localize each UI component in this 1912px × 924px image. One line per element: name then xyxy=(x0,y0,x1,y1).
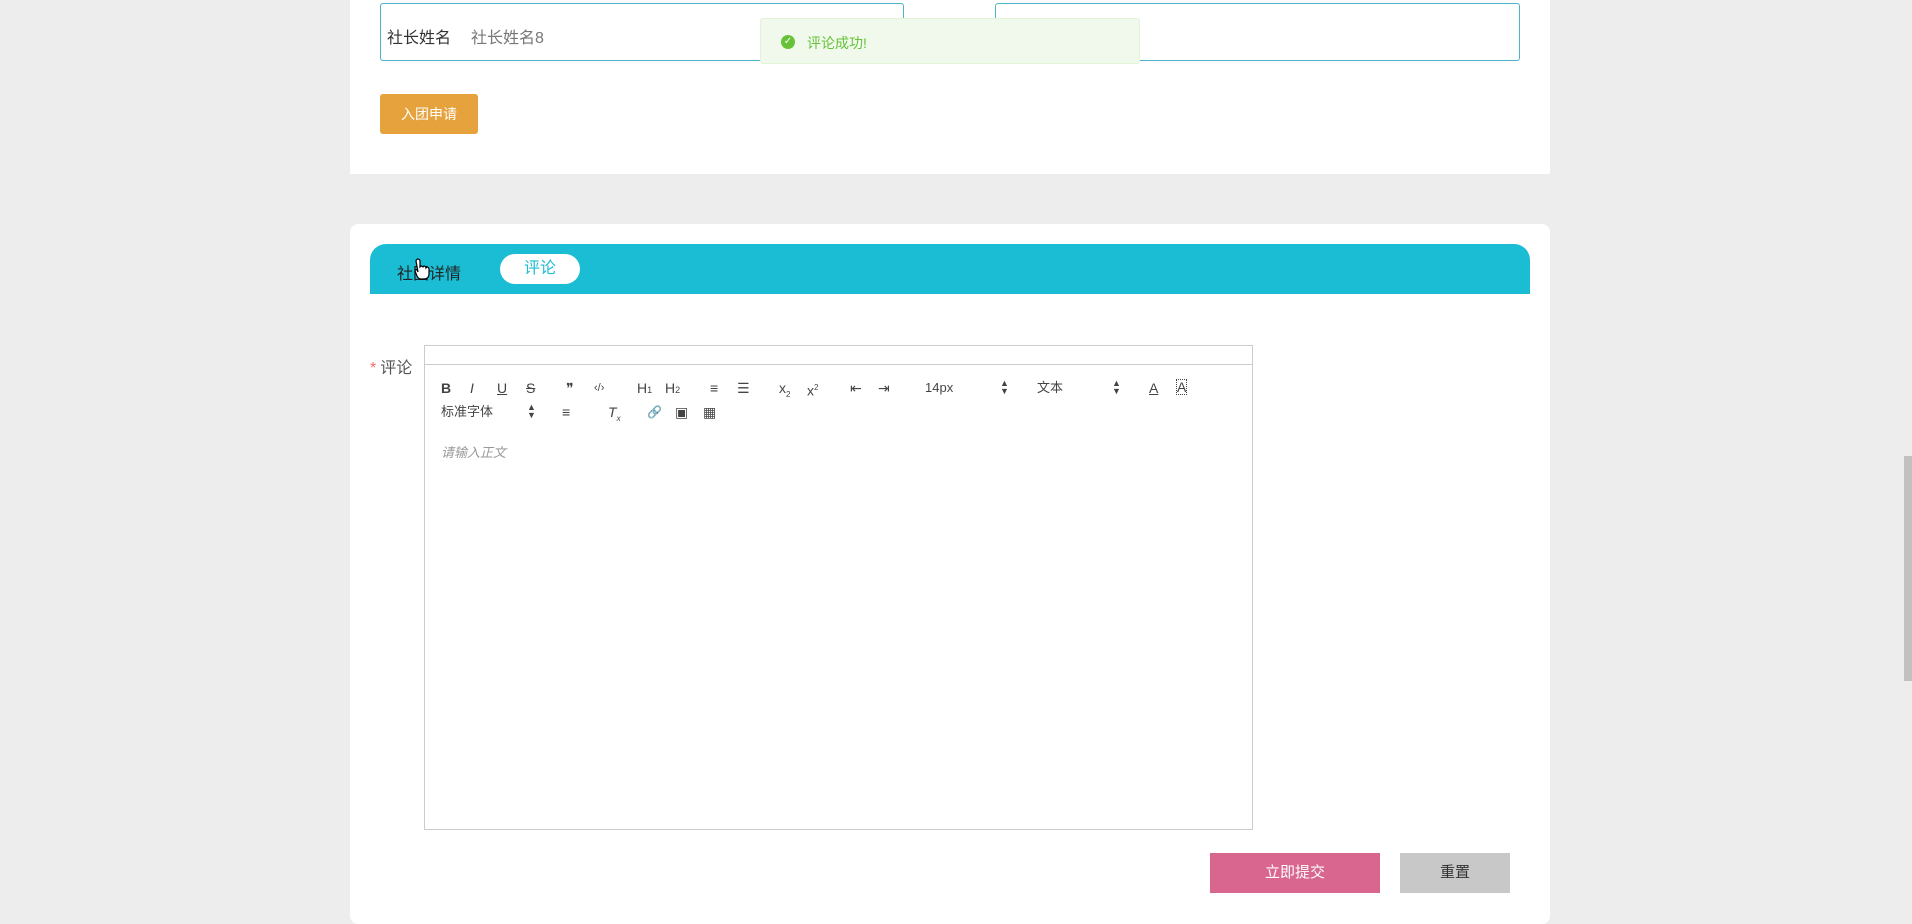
president-name-label: 社长姓名 xyxy=(387,30,452,47)
header-type-select[interactable]: 文本 xyxy=(1037,379,1063,397)
comment-label: * 评论 xyxy=(370,354,412,378)
indent-button[interactable]: ⇥ xyxy=(878,379,890,397)
subscript-button[interactable]: x2 xyxy=(779,379,791,399)
header-type-caret-icon: ▲ ▼ xyxy=(1112,378,1121,396)
tab-comments[interactable]: 评论 xyxy=(500,254,580,284)
font-size-select[interactable]: 14px xyxy=(925,379,953,397)
superscript-mark: 2 xyxy=(814,383,819,392)
president-name-value: 社长姓名8 xyxy=(471,30,544,47)
reset-button[interactable]: 重置 xyxy=(1400,853,1510,893)
check-circle-icon: ✓ xyxy=(781,35,795,49)
bullet-list-button[interactable]: ☰ xyxy=(737,379,750,397)
editor-top-strip xyxy=(424,345,1253,365)
strikethrough-button[interactable]: S xyxy=(526,379,535,397)
subscript-glyph: x xyxy=(779,380,786,396)
clean-format-button[interactable]: Tx xyxy=(608,403,621,423)
clean-format-glyph: T xyxy=(608,404,617,420)
subscript-mark: 2 xyxy=(786,389,791,399)
required-mark: * xyxy=(370,360,377,377)
editor-content-area[interactable]: 请输入正文 xyxy=(424,429,1253,830)
underline-button[interactable]: U xyxy=(497,379,507,397)
clean-format-mark: x xyxy=(616,413,621,423)
header1-glyph: H xyxy=(637,380,648,396)
header1-level: 1 xyxy=(647,385,653,395)
header1-button[interactable]: H1 xyxy=(637,379,652,397)
success-toast: ✓ 评论成功! xyxy=(760,18,1140,64)
page-scrollbar[interactable] xyxy=(1904,456,1912,681)
hand-cursor-icon xyxy=(414,258,430,280)
font-color-button[interactable]: A xyxy=(1149,379,1158,397)
font-size-caret-icon: ▲ ▼ xyxy=(1000,378,1009,396)
video-button[interactable]: ▦ xyxy=(703,403,716,421)
italic-button[interactable]: I xyxy=(470,379,474,397)
submit-button[interactable]: 立即提交 xyxy=(1210,853,1380,893)
image-button[interactable]: ▣ xyxy=(675,403,688,421)
font-family-select[interactable]: 标准字体 xyxy=(441,403,493,421)
outdent-button[interactable]: ⇤ xyxy=(850,379,862,397)
code-block-button[interactable]: ‹/› xyxy=(594,379,604,397)
header2-button[interactable]: H2 xyxy=(665,379,680,397)
editor-toolbar: B I U S ❞ ‹/› H1 H2 ≡ ☰ x2 x2 ⇤ ⇥ 14px ▲… xyxy=(424,364,1253,430)
ordered-list-button[interactable]: ≡ xyxy=(710,379,718,397)
link-button[interactable]: 🔗 xyxy=(647,403,662,421)
editor-placeholder: 请输入正文 xyxy=(441,445,507,460)
superscript-glyph: x xyxy=(807,382,814,399)
bold-button[interactable]: B xyxy=(441,379,451,397)
header2-glyph: H xyxy=(665,380,676,396)
comment-label-text: 评论 xyxy=(380,360,413,377)
align-button[interactable]: ≡ xyxy=(562,403,570,421)
blockquote-button[interactable]: ❞ xyxy=(566,379,574,397)
join-club-button[interactable]: 入团申请 xyxy=(380,94,478,134)
font-family-caret-icon: ▲ ▼ xyxy=(527,402,536,420)
superscript-button[interactable]: x2 xyxy=(807,379,819,399)
background-color-button[interactable]: A xyxy=(1176,379,1188,395)
tab-bar: 社团详情 评论 xyxy=(370,244,1530,294)
header2-level: 2 xyxy=(675,385,681,395)
toast-message: 评论成功! xyxy=(807,35,867,51)
